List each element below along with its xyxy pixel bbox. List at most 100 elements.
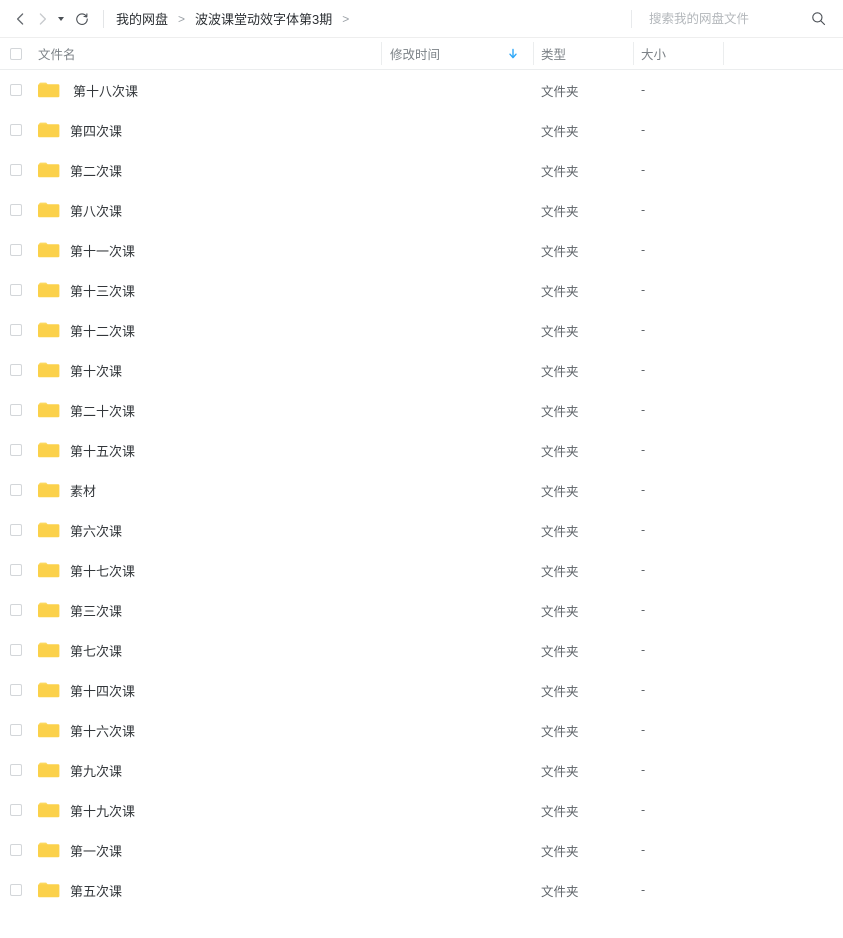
file-name-cell: 素材 <box>30 481 380 500</box>
table-row[interactable]: 第十五次课 文件夹 - <box>0 430 843 470</box>
table-row[interactable]: 第十九次课 文件夹 - <box>0 790 843 830</box>
select-all-checkbox[interactable] <box>10 47 22 60</box>
search-divider <box>631 9 632 28</box>
table-row[interactable]: 第一次课 文件夹 - <box>0 830 843 870</box>
file-name-label[interactable]: 第二十次课 <box>70 401 135 420</box>
row-checkbox[interactable] <box>10 84 22 96</box>
row-checkbox[interactable] <box>10 244 22 256</box>
column-header-size[interactable]: 大小 <box>632 44 722 63</box>
table-row[interactable]: 第四次课 文件夹 - <box>0 110 843 150</box>
folder-icon <box>38 442 60 458</box>
table-row[interactable]: 第十三次课 文件夹 - <box>0 270 843 310</box>
refresh-button[interactable] <box>70 7 94 31</box>
table-row[interactable]: 第十七次课 文件夹 - <box>0 550 843 590</box>
search-button[interactable] <box>805 6 831 32</box>
file-size-cell: - <box>641 643 646 657</box>
row-select-cell <box>0 604 30 616</box>
file-name-label[interactable]: 第十四次课 <box>70 681 135 700</box>
file-name-label[interactable]: 第四次课 <box>70 121 122 140</box>
file-name-label[interactable]: 第十次课 <box>70 361 122 380</box>
table-row[interactable]: 第五次课 文件夹 - <box>0 870 843 910</box>
table-row[interactable]: 第十二次课 文件夹 - <box>0 310 843 350</box>
history-dropdown-button[interactable] <box>53 7 69 31</box>
table-row[interactable]: 第九次课 文件夹 - <box>0 750 843 790</box>
folder-icon <box>38 322 60 338</box>
row-checkbox[interactable] <box>10 804 22 816</box>
row-checkbox[interactable] <box>10 444 22 456</box>
file-name-label[interactable]: 第十八次课 <box>73 81 138 100</box>
table-row[interactable]: 第十八次课 文件夹 - <box>0 70 843 110</box>
file-size-cell: - <box>641 603 646 617</box>
file-name-label[interactable]: 第三次课 <box>70 601 122 620</box>
row-checkbox[interactable] <box>10 684 22 696</box>
row-checkbox[interactable] <box>10 124 22 136</box>
caret-down-icon <box>58 16 64 21</box>
table-row[interactable]: 第三次课 文件夹 - <box>0 590 843 630</box>
file-type-cell: 文件夹 <box>541 364 579 379</box>
row-checkbox[interactable] <box>10 564 22 576</box>
file-type-cell: 文件夹 <box>541 84 579 99</box>
file-type-cell: 文件夹 <box>541 444 579 459</box>
table-row[interactable]: 第二次课 文件夹 - <box>0 150 843 190</box>
row-checkbox[interactable] <box>10 204 22 216</box>
table-row[interactable]: 第六次课 文件夹 - <box>0 510 843 550</box>
breadcrumb-item-current[interactable]: 波波课堂动效字体第3期 <box>194 9 333 28</box>
row-checkbox[interactable] <box>10 764 22 776</box>
back-button[interactable] <box>9 7 31 31</box>
file-name-label[interactable]: 第一次课 <box>70 841 122 860</box>
file-name-label[interactable]: 素材 <box>70 481 96 500</box>
file-size-cell: - <box>641 683 646 697</box>
column-header-name[interactable]: 文件名 <box>30 44 380 63</box>
row-checkbox[interactable] <box>10 724 22 736</box>
file-name-label[interactable]: 第十七次课 <box>70 561 135 580</box>
file-name-label[interactable]: 第六次课 <box>70 521 122 540</box>
row-checkbox[interactable] <box>10 404 22 416</box>
row-checkbox[interactable] <box>10 524 22 536</box>
file-name-label[interactable]: 第十三次课 <box>70 281 135 300</box>
forward-button[interactable] <box>31 7 53 31</box>
row-checkbox[interactable] <box>10 324 22 336</box>
file-name-label[interactable]: 第九次课 <box>70 761 122 780</box>
sort-indicator[interactable] <box>508 48 518 60</box>
file-name-label[interactable]: 第五次课 <box>70 881 122 900</box>
file-name-label[interactable]: 第十二次课 <box>70 321 135 340</box>
search-icon <box>811 12 825 26</box>
table-row[interactable]: 第二十次课 文件夹 - <box>0 390 843 430</box>
row-checkbox[interactable] <box>10 844 22 856</box>
file-type-cell: 文件夹 <box>541 484 579 499</box>
file-size-cell: - <box>641 83 646 97</box>
file-name-label[interactable]: 第七次课 <box>70 641 122 660</box>
file-name-cell: 第十九次课 <box>30 801 380 820</box>
table-row[interactable]: 素材 文件夹 - <box>0 470 843 510</box>
row-select-cell <box>0 564 30 576</box>
search-input[interactable] <box>649 11 799 26</box>
file-name-label[interactable]: 第十一次课 <box>70 241 135 260</box>
table-row[interactable]: 第十六次课 文件夹 - <box>0 710 843 750</box>
row-checkbox[interactable] <box>10 484 22 496</box>
table-row[interactable]: 第七次课 文件夹 - <box>0 630 843 670</box>
table-row[interactable]: 第十次课 文件夹 - <box>0 350 843 390</box>
row-checkbox[interactable] <box>10 604 22 616</box>
file-size-cell: - <box>641 763 646 777</box>
table-row[interactable]: 第八次课 文件夹 - <box>0 190 843 230</box>
row-checkbox[interactable] <box>10 884 22 896</box>
file-name-label[interactable]: 第十九次课 <box>70 801 135 820</box>
column-header-type[interactable]: 类型 <box>532 44 632 63</box>
table-row[interactable]: 第十四次课 文件夹 - <box>0 670 843 710</box>
file-size-cell: - <box>641 443 646 457</box>
file-type-cell: 文件夹 <box>541 404 579 419</box>
file-name-label[interactable]: 第十五次课 <box>70 441 135 460</box>
row-checkbox[interactable] <box>10 284 22 296</box>
breadcrumb-item-root[interactable]: 我的网盘 <box>115 9 169 28</box>
row-checkbox[interactable] <box>10 364 22 376</box>
column-header-modified[interactable]: 修改时间 <box>380 44 532 63</box>
row-checkbox[interactable] <box>10 164 22 176</box>
table-row[interactable]: 第十一次课 文件夹 - <box>0 230 843 270</box>
folder-icon <box>38 482 60 498</box>
file-name-label[interactable]: 第十六次课 <box>70 721 135 740</box>
file-name-label[interactable]: 第二次课 <box>70 161 122 180</box>
row-select-cell <box>0 844 30 856</box>
file-name-label[interactable]: 第八次课 <box>70 201 122 220</box>
row-checkbox[interactable] <box>10 644 22 656</box>
file-name-cell: 第四次课 <box>30 121 380 140</box>
